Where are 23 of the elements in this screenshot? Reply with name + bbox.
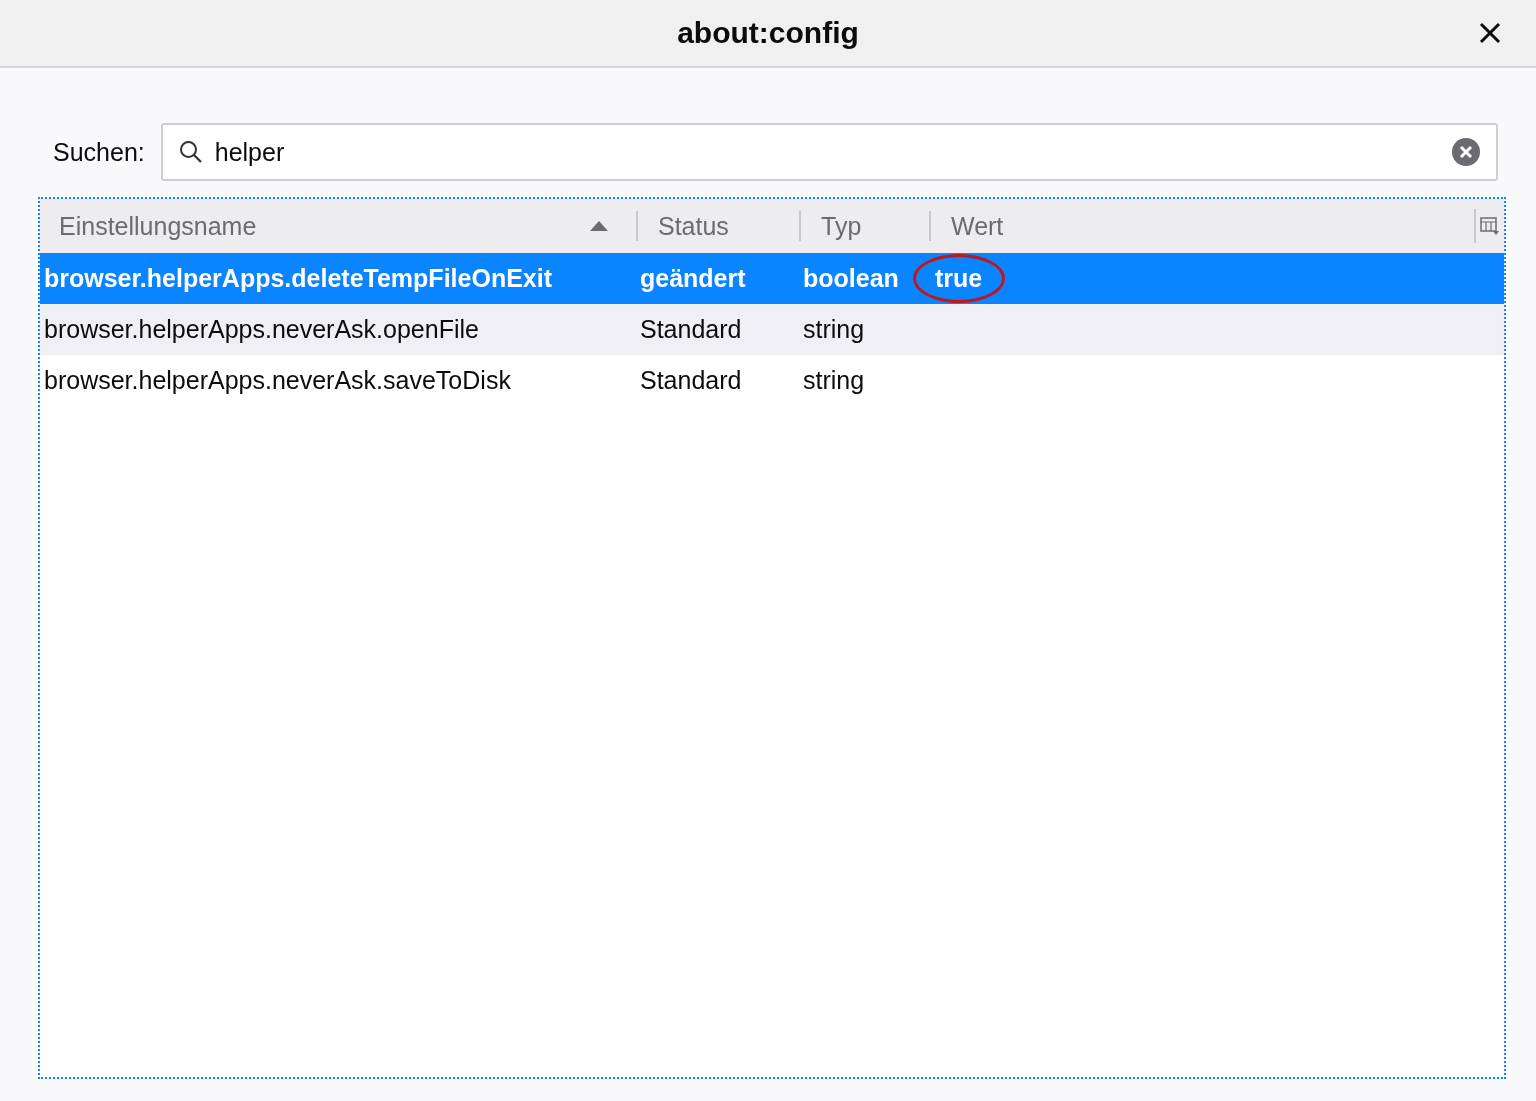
status-cell-text: Standard xyxy=(639,315,743,344)
type-cell-text: string xyxy=(802,366,866,395)
search-icon xyxy=(178,140,203,164)
value-cell-text: true xyxy=(934,264,983,293)
column-picker-icon[interactable] xyxy=(1480,216,1500,236)
name-cell-text: browser.helperApps.neverAsk.saveToDisk xyxy=(43,366,512,395)
search-field[interactable]: helper xyxy=(160,123,1498,181)
status-cell-text: geändert xyxy=(639,264,747,293)
status-cell-text: Standard xyxy=(639,366,743,395)
search-label: Suchen: xyxy=(53,137,145,167)
column-header[interactable]: Einstellungsname xyxy=(40,211,636,241)
table-row[interactable]: browser.helperApps.neverAsk.openFile Standard string xyxy=(40,304,1504,355)
column-header[interactable]: Status xyxy=(636,211,799,241)
search-input[interactable]: helper xyxy=(214,137,1440,167)
window-title: about:config xyxy=(677,16,859,50)
table-row[interactable]: browser.helperApps.deleteTempFileOnExit geändert boolean true xyxy=(40,253,1504,304)
column-header[interactable]: Wert xyxy=(929,211,1474,241)
type-cell-text: string xyxy=(802,315,866,344)
name-cell-text: browser.helperApps.deleteTempFileOnExit xyxy=(43,264,553,293)
clear-icon[interactable] xyxy=(1452,138,1480,166)
column-header[interactable]: Typ xyxy=(799,211,929,241)
name-cell-text: browser.helperApps.neverAsk.openFile xyxy=(43,315,480,344)
type-cell-text: boolean xyxy=(802,264,900,293)
